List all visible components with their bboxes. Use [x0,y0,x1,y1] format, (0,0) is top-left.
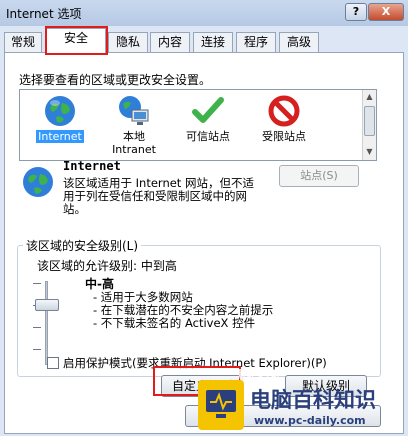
zone-label: 本地 Intranet [112,130,156,156]
local-intranet-icon [119,96,149,125]
zone-list: Internet 本地 Intranet 可信站点 受限站点 ▲ ▼ [19,89,377,161]
level-detail-item: - 不下载未签名的 ActiveX 控件 [93,316,256,330]
zone-list-scrollbar[interactable]: ▲ ▼ [362,90,376,160]
tab-connections[interactable]: 连接 [193,32,233,52]
zone-label: 可信站点 [186,130,230,143]
slider-tick [33,283,41,284]
zone-label: Internet [36,130,84,143]
zone-internet[interactable]: Internet [28,94,92,143]
sites-button[interactable]: 站点(S) [279,165,359,187]
tab-privacy[interactable]: 隐私 [108,32,148,52]
zone-trusted-sites[interactable]: 可信站点 [176,94,240,143]
zone-restricted-sites[interactable]: 受限站点 [252,94,316,143]
zone-info-title: Internet [63,159,121,173]
tab-advanced[interactable]: 高级 [279,32,319,52]
globe-icon [23,167,53,197]
zone-label: 受限站点 [262,130,306,143]
zone-info-description: 该区域适用于 Internet 网站，但不适用于列在受信任和受限制区域中的网站。 [63,176,254,216]
security-level-slider-thumb[interactable] [35,299,59,311]
window-title: Internet 选项 [6,7,82,21]
globe-icon [45,96,75,126]
close-button[interactable]: X [368,3,404,21]
slider-tick [33,349,41,350]
zone-local-intranet[interactable]: 本地 Intranet [102,94,166,156]
watermark-title: 电脑百科知识 [250,388,376,412]
restricted-icon [268,95,300,127]
allowed-levels-text: 该区域的允许级别: 中到高 [37,259,177,273]
tab-highlight-box [45,26,108,55]
watermark-url: www.pc-daily.com [254,414,366,427]
security-level-legend: 该区域的安全级别(L) [23,237,142,254]
zone-instruction: 选择要查看的区域或更改安全设置。 [19,73,212,87]
protected-mode-checkbox[interactable] [47,357,59,369]
scroll-up-arrow-icon[interactable]: ▲ [365,93,374,101]
tab-programs[interactable]: 程序 [236,32,276,52]
watermark: 电脑百科知识 www.pc-daily.com [198,380,408,436]
scroll-down-arrow-icon[interactable]: ▼ [365,148,374,156]
title-bar: Internet 选项 ? X [0,0,408,26]
checkmark-icon [192,97,224,123]
tab-general[interactable]: 常规 [4,32,42,52]
security-level-slider-track[interactable] [45,281,48,365]
help-button[interactable]: ? [345,3,367,21]
tab-content[interactable]: 内容 [150,32,190,52]
scroll-thumb[interactable] [364,106,375,136]
watermark-logo-icon [198,380,244,430]
slider-tick [33,327,41,328]
security-level-details: - 适用于大多数网站 - 在下载潜在的不安全内容之前提示 - 不下载未签名的 A… [93,291,273,330]
